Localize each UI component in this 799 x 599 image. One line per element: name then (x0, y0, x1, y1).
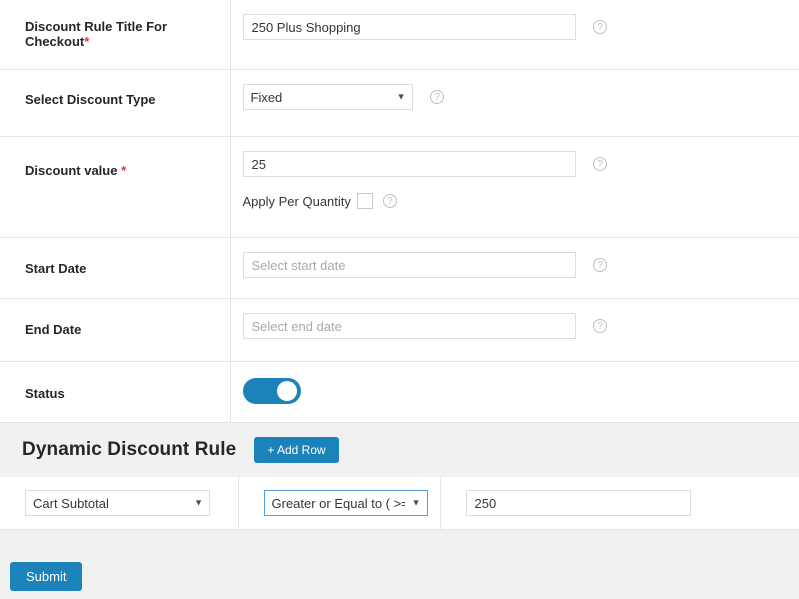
question-circle-icon[interactable]: ? (430, 90, 445, 104)
label-text: Start Date (25, 261, 87, 276)
section-title: Dynamic Discount Rule (22, 439, 237, 460)
question-circle-icon[interactable]: ? (593, 20, 608, 34)
label-end-date: End Date (0, 298, 231, 362)
label-discount-title: Discount Rule Title For Checkout* (0, 0, 231, 70)
table-row-start-date: Start Date ? (0, 237, 799, 299)
discount-title-input[interactable] (242, 14, 576, 40)
rule-operator-select[interactable]: Greater or Equal to ( >= ) (263, 490, 428, 516)
label-status: Status (0, 361, 231, 423)
rule-field-select[interactable]: Cart Subtotal (25, 490, 210, 516)
table-row-end-date: End Date ? (0, 298, 799, 362)
field-cell-discount-value: ? Apply Per Quantity ? (230, 136, 799, 238)
rule-field-select-wrap: Cart Subtotal ▼ (25, 490, 210, 516)
table-row-discount-title: Discount Rule Title For Checkout* ? (0, 0, 799, 70)
table-row-discount-type: Select Discount Type Fixed ▼ ? (0, 69, 799, 137)
end-date-input[interactable] (242, 313, 576, 339)
submit-button[interactable]: Submit (10, 562, 83, 591)
label-text: Discount value (25, 163, 122, 178)
field-cell-discount-title: ? (230, 0, 799, 70)
form-footer: Submit (0, 530, 799, 591)
label-text: Discount Rule Title For Checkout (25, 19, 168, 49)
field-cell-status (230, 361, 799, 423)
question-circle-icon[interactable]: ? (593, 157, 608, 171)
status-toggle[interactable] (242, 378, 301, 404)
label-start-date: Start Date (0, 237, 231, 299)
rule-amount-cell (440, 477, 799, 530)
apply-per-quantity-checkbox[interactable] (356, 193, 373, 209)
toggle-knob (276, 381, 297, 401)
dynamic-discount-rule-header: Dynamic Discount Rule + Add Row (0, 423, 799, 477)
field-cell-start-date: ? (230, 237, 799, 299)
rule-field-cell: Cart Subtotal ▼ (0, 477, 239, 530)
table-row-discount-value: Discount value * ? Apply Per Quantity ? (0, 136, 799, 238)
field-cell-end-date: ? (230, 298, 799, 362)
rule-amount-input[interactable] (465, 490, 691, 516)
required-asterisk: * (84, 34, 90, 49)
rule-operator-select-wrap: Greater or Equal to ( >= ) ▼ (263, 490, 428, 516)
discount-type-select[interactable]: Fixed (242, 84, 413, 110)
field-cell-discount-type: Fixed ▼ ? (230, 69, 799, 137)
discount-rule-settings-page: Discount Rule Title For Checkout* ? Sele… (0, 0, 799, 599)
start-date-input[interactable] (242, 252, 576, 278)
label-discount-type: Select Discount Type (0, 69, 231, 137)
question-circle-icon[interactable]: ? (382, 194, 397, 208)
question-circle-icon[interactable]: ? (593, 319, 608, 333)
label-text: Select Discount Type (25, 92, 156, 107)
dynamic-rule-table: Cart Subtotal ▼ Greater or Equal to ( >=… (0, 477, 799, 530)
label-text: End Date (25, 322, 82, 337)
label-discount-value: Discount value * (0, 136, 231, 238)
question-circle-icon[interactable]: ? (593, 258, 608, 272)
required-asterisk: * (121, 163, 127, 178)
table-row-status: Status (0, 361, 799, 423)
rule-operator-cell: Greater or Equal to ( >= ) ▼ (238, 477, 441, 530)
discount-type-select-wrap: Fixed ▼ (242, 84, 413, 110)
discount-settings-table: Discount Rule Title For Checkout* ? Sele… (0, 0, 799, 423)
label-text: Status (25, 386, 65, 401)
apply-per-quantity-row: Apply Per Quantity ? (243, 193, 790, 209)
discount-value-input[interactable] (242, 151, 576, 177)
add-row-button[interactable]: + Add Row (254, 437, 339, 463)
apply-per-quantity-label: Apply Per Quantity (242, 193, 351, 209)
table-row: Cart Subtotal ▼ Greater or Equal to ( >=… (0, 477, 799, 530)
